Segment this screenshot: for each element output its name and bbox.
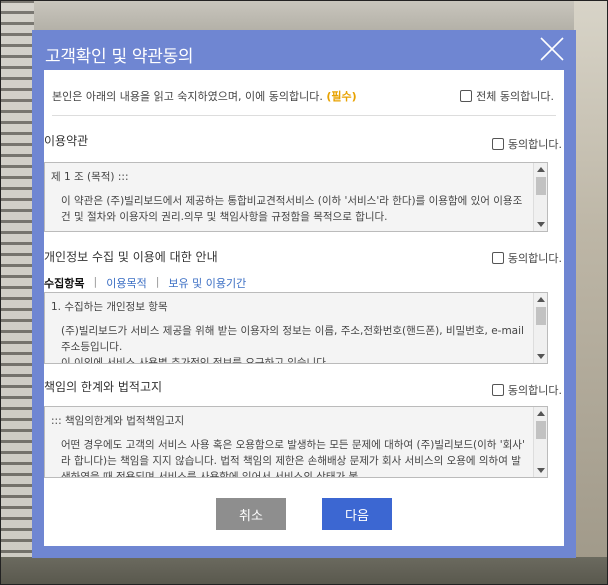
required-label: (필수): [326, 90, 357, 103]
privacy-heading: 1. 수집하는 개인정보 항목: [51, 301, 168, 313]
scroll-thumb[interactable]: [536, 307, 546, 325]
dialog-header: 고객확인 및 약관동의: [44, 30, 564, 70]
next-button[interactable]: 다음: [322, 498, 392, 530]
tab-retention[interactable]: 보유 및 이용기간: [168, 275, 246, 291]
background-blinds: [0, 0, 34, 585]
tab-collection-items[interactable]: 수집항목: [44, 275, 84, 291]
privacy-textbox[interactable]: 1. 수집하는 개인정보 항목 (주)빌리보드가 서비스 제공을 위해 받는 이…: [44, 292, 548, 364]
intro-row: 본인은 아래의 내용을 읽고 숙지하였으며, 이에 동의합니다. (필수) 전체…: [52, 70, 556, 116]
dialog-footer: 취소 다음: [44, 498, 564, 530]
checkbox-box[interactable]: [491, 384, 504, 396]
liability-agree-label: 동의합니다.: [507, 384, 562, 397]
liability-content: ::: 책임의한계와 법적책임고지 어떤 경우에도 고객의 서비스 사용 혹은 …: [51, 413, 527, 478]
liability-title: 책임의 한계와 법적고지: [44, 380, 163, 394]
liability-text: 어떤 경우에도 고객의 서비스 사용 혹은 오용함으로 발생하는 모든 문제에 …: [61, 439, 525, 478]
privacy-tabs: 수집항목 | 이용목적 | 보유 및 이용기간: [44, 275, 246, 291]
agree-all-checkbox[interactable]: 전체 동의합니다.: [460, 88, 554, 104]
scroll-down-icon[interactable]: [537, 222, 545, 227]
tab-purpose[interactable]: 이용목적: [106, 275, 146, 291]
close-icon: [540, 37, 564, 61]
scroll-thumb[interactable]: [536, 421, 546, 439]
consent-dialog: 고객확인 및 약관동의 본인은 아래의 내용을 읽고 숙지하였으며, 이에 동의…: [32, 30, 576, 558]
agree-all-label: 전체 동의합니다.: [476, 90, 554, 103]
cancel-button[interactable]: 취소: [216, 498, 286, 530]
terms-scrollbar[interactable]: [533, 163, 547, 231]
scroll-up-icon[interactable]: [537, 297, 545, 302]
intro-text: 본인은 아래의 내용을 읽고 숙지하였으며, 이에 동의합니다. (필수): [52, 88, 357, 104]
privacy-text-extra: 이 이외에 서비스 사용별 추가적인 정보를 요구하고 있습니다.: [61, 357, 330, 364]
liability-agree-checkbox[interactable]: 동의합니다.: [491, 382, 562, 398]
privacy-scrollbar[interactable]: [533, 293, 547, 363]
close-button[interactable]: [538, 35, 566, 63]
privacy-content: 1. 수집하는 개인정보 항목 (주)빌리보드가 서비스 제공을 위해 받는 이…: [51, 299, 527, 364]
tab-separator: |: [93, 275, 98, 288]
background-right: [574, 0, 608, 585]
scroll-up-icon[interactable]: [537, 411, 545, 416]
scroll-thumb[interactable]: [536, 177, 546, 195]
intro-statement: 본인은 아래의 내용을 읽고 숙지하였으며, 이에 동의합니다.: [52, 90, 323, 103]
checkbox-box[interactable]: [491, 252, 504, 264]
privacy-text: (주)빌리보드가 서비스 제공을 위해 받는 이용자의 정보는 이름, 주소,전…: [61, 325, 524, 353]
terms-textbox[interactable]: 제 1 조 (목적) ::: 이 약관은 (주)빌리보드에서 제공하는 통합비교…: [44, 162, 548, 232]
terms-article-heading: 제 1 조 (목적) :::: [51, 171, 129, 183]
terms-agree-label: 동의합니다.: [507, 138, 562, 151]
liability-heading: ::: 책임의한계와 법적책임고지: [51, 415, 185, 427]
terms-content: 제 1 조 (목적) ::: 이 약관은 (주)빌리보드에서 제공하는 통합비교…: [51, 169, 527, 231]
terms-article-text: 이 약관은 (주)빌리보드에서 제공하는 통합비교견적서비스 (이하 '서비스'…: [61, 195, 523, 223]
scroll-down-icon[interactable]: [537, 354, 545, 359]
scroll-up-icon[interactable]: [537, 167, 545, 172]
background-bottom: [0, 557, 608, 585]
privacy-agree-checkbox[interactable]: 동의합니다.: [491, 250, 562, 266]
liability-scrollbar[interactable]: [533, 407, 547, 477]
terms-title: 이용약관: [44, 134, 89, 148]
dialog-title: 고객확인 및 약관동의: [45, 47, 194, 67]
privacy-title: 개인정보 수집 및 이용에 대한 안내: [44, 250, 218, 264]
checkbox-box[interactable]: [460, 90, 473, 102]
background-top: [0, 0, 608, 30]
privacy-agree-label: 동의합니다.: [507, 252, 562, 265]
tab-separator: |: [155, 275, 160, 288]
dialog-body: 본인은 아래의 내용을 읽고 숙지하였으며, 이에 동의합니다. (필수) 전체…: [44, 70, 564, 546]
scroll-down-icon[interactable]: [537, 468, 545, 473]
liability-textbox[interactable]: ::: 책임의한계와 법적책임고지 어떤 경우에도 고객의 서비스 사용 혹은 …: [44, 406, 548, 478]
checkbox-box[interactable]: [491, 138, 504, 150]
terms-agree-checkbox[interactable]: 동의합니다.: [491, 136, 562, 152]
